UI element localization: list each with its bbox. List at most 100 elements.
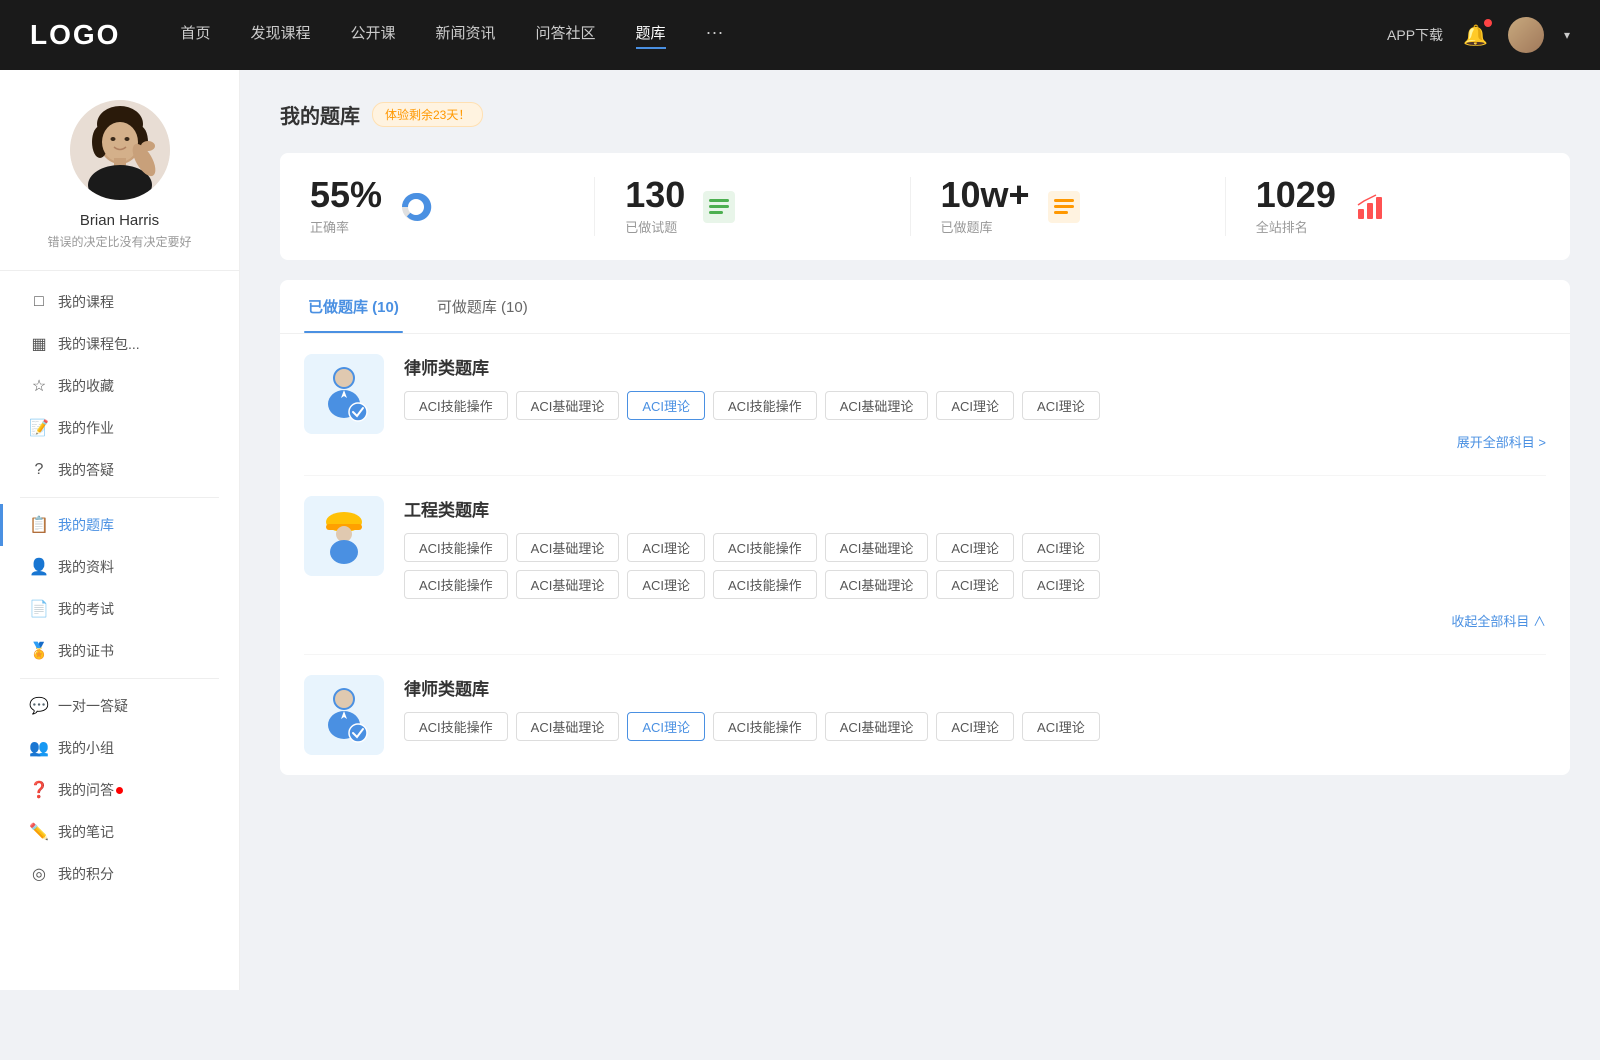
question-bank-icon: 📋 [30,516,48,534]
sidebar-item-questions[interactable]: ? 我的答疑 [0,449,239,491]
nav-home[interactable]: 首页 [180,22,210,49]
nav-discover[interactable]: 发现课程 [250,22,310,49]
course-packages-icon: ▦ [30,335,48,353]
bank-tag[interactable]: ACI技能操作 [404,712,508,741]
bank-tag[interactable]: ACI理论 [936,570,1014,599]
avatar-image [1508,17,1544,53]
bank-title-lawyer-1: 律师类题库 [404,354,1546,379]
sidebar-item-my-qa[interactable]: ❓ 我的问答 [0,769,239,811]
sidebar-item-notes[interactable]: ✏️ 我的笔记 [0,811,239,853]
bank-tag[interactable]: ACI理论 [1022,712,1100,741]
stat-done-banks-wrap: 10w+ 已做题库 [941,177,1030,236]
bank-tags-engineer-row2: ACI技能操作 ACI基础理论 ACI理论 ACI技能操作 ACI基础理论 AC… [404,570,1546,599]
stat-ranking: 1029 全站排名 [1226,177,1540,236]
bank-tag[interactable]: ACI基础理论 [825,570,929,599]
sidebar-item-favorites[interactable]: ☆ 我的收藏 [0,365,239,407]
sidebar-item-tutoring[interactable]: 💬 一对一答疑 [0,685,239,727]
nav-app-download[interactable]: APP下载 [1387,25,1443,45]
nav-open[interactable]: 公开课 [350,22,395,49]
bell-icon: 🔔 [1463,25,1488,47]
nav-right: APP下载 🔔 ▾ [1387,17,1570,53]
bank-expand-lawyer-1[interactable]: 展开全部科目 > [404,428,1546,455]
profile-name: Brian Harris [80,212,159,229]
profile-avatar [70,100,170,200]
sidebar-item-certificates[interactable]: 🏅 我的证书 [0,630,239,672]
sidebar-item-groups[interactable]: 👥 我的小组 [0,727,239,769]
sidebar-item-homework[interactable]: 📝 我的作业 [0,407,239,449]
bank-item-lawyer-2: 律师类题库 ACI技能操作 ACI基础理论 ACI理论 ACI技能操作 ACI基… [304,655,1546,775]
stat-ranking-wrap: 1029 全站排名 [1256,177,1336,236]
bank-tag[interactable]: ACI技能操作 [404,391,508,420]
bank-tag[interactable]: ACI技能操作 [713,712,817,741]
stat-ranking-label: 全站排名 [1256,217,1336,236]
bank-tag-selected[interactable]: ACI理论 [627,391,705,420]
nav-more[interactable]: ··· [706,22,724,49]
page-wrapper: Brian Harris 错误的决定比没有决定要好 □ 我的课程 ▦ 我的课程包… [0,70,1600,990]
bank-tag[interactable]: ACI理论 [627,533,705,562]
nav-bank[interactable]: 题库 [636,22,666,49]
nav-bell-button[interactable]: 🔔 [1463,23,1488,48]
bank-tag[interactable]: ACI基础理论 [516,570,620,599]
page-header: 我的题库 体验剩余23天！ [280,100,1570,129]
bank-tag[interactable]: ACI基础理论 [825,712,929,741]
bank-tag[interactable]: ACI基础理论 [825,533,929,562]
bank-tag[interactable]: ACI理论 [936,712,1014,741]
sidebar-divider-1 [20,497,219,498]
bank-tag[interactable]: ACI技能操作 [713,533,817,562]
tab-available-banks[interactable]: 可做题库 (10) [433,280,532,333]
top-nav: LOGO 首页 发现课程 公开课 新闻资讯 问答社区 题库 ··· APP下载 … [0,0,1600,70]
stat-accuracy-label: 正确率 [310,217,382,236]
bank-tag[interactable]: ACI技能操作 [713,570,817,599]
bank-icon-lawyer-1 [304,354,384,434]
bank-expand-engineer[interactable]: 收起全部科目 ∧ [404,607,1546,634]
nav-dropdown-arrow[interactable]: ▾ [1564,28,1570,42]
tab-done-banks[interactable]: 已做题库 (10) [304,280,403,333]
sidebar-item-question-bank[interactable]: 📋 我的题库 [0,504,239,546]
stats-card: 55% 正确率 130 已做试题 [280,153,1570,260]
bank-tag[interactable]: ACI基础理论 [825,391,929,420]
bank-tag[interactable]: ACI理论 [1022,391,1100,420]
nav-qa[interactable]: 问答社区 [536,22,596,49]
tutoring-icon: 💬 [30,697,48,715]
bank-tag[interactable]: ACI基础理论 [516,712,620,741]
nav-links: 首页 发现课程 公开课 新闻资讯 问答社区 题库 ··· [180,22,1387,49]
content-card: 已做题库 (10) 可做题库 (10) [280,280,1570,775]
notes-icon: ✏️ [30,823,48,841]
list-orange-svg [1048,191,1080,223]
bank-tag[interactable]: ACI技能操作 [404,533,508,562]
bank-list: 律师类题库 ACI技能操作 ACI基础理论 ACI理论 ACI技能操作 ACI基… [280,334,1570,775]
favorites-icon: ☆ [30,377,48,395]
bank-tag[interactable]: ACI基础理论 [516,533,620,562]
bank-tag[interactable]: ACI基础理论 [516,391,620,420]
sidebar: Brian Harris 错误的决定比没有决定要好 □ 我的课程 ▦ 我的课程包… [0,70,240,990]
sidebar-item-course-packages[interactable]: ▦ 我的课程包... [0,323,239,365]
bank-tag[interactable]: ACI理论 [936,391,1014,420]
bank-tag[interactable]: ACI理论 [1022,570,1100,599]
engineer-icon-svg [316,506,372,566]
stat-accuracy: 55% 正确率 [310,177,595,236]
accuracy-pie-icon [398,189,434,225]
bank-tag[interactable]: ACI技能操作 [404,570,508,599]
nav-news[interactable]: 新闻资讯 [436,22,496,49]
sidebar-item-courses[interactable]: □ 我的课程 [0,281,239,323]
stat-banks-label: 已做题库 [941,217,1030,236]
bank-tag[interactable]: ACI技能操作 [713,391,817,420]
bank-tag[interactable]: ACI理论 [1022,533,1100,562]
bank-tags-lawyer-2: ACI技能操作 ACI基础理论 ACI理论 ACI技能操作 ACI基础理论 AC… [404,712,1546,741]
sidebar-item-profile[interactable]: 👤 我的资料 [0,546,239,588]
trial-badge: 体验剩余23天！ [372,102,483,127]
points-icon: ◎ [30,865,48,883]
bank-tag[interactable]: ACI理论 [627,570,705,599]
stat-accuracy-value-wrap: 55% 正确率 [310,177,382,236]
bank-tag[interactable]: ACI理论 [936,533,1014,562]
sidebar-menu: □ 我的课程 ▦ 我的课程包... ☆ 我的收藏 📝 我的作业 ? 我的答疑 📋 [0,271,239,905]
bank-item-lawyer-1: 律师类题库 ACI技能操作 ACI基础理论 ACI理论 ACI技能操作 ACI基… [304,334,1546,476]
bank-body-lawyer-2: 律师类题库 ACI技能操作 ACI基础理论 ACI理论 ACI技能操作 ACI基… [404,675,1546,749]
sidebar-item-exams[interactable]: 📄 我的考试 [0,588,239,630]
sidebar-item-points[interactable]: ◎ 我的积分 [0,853,239,895]
stat-banks-value: 10w+ [941,177,1030,213]
nav-avatar[interactable] [1508,17,1544,53]
bank-tag-selected[interactable]: ACI理论 [627,712,705,741]
logo: LOGO [30,19,120,51]
profile-icon: 👤 [30,558,48,576]
